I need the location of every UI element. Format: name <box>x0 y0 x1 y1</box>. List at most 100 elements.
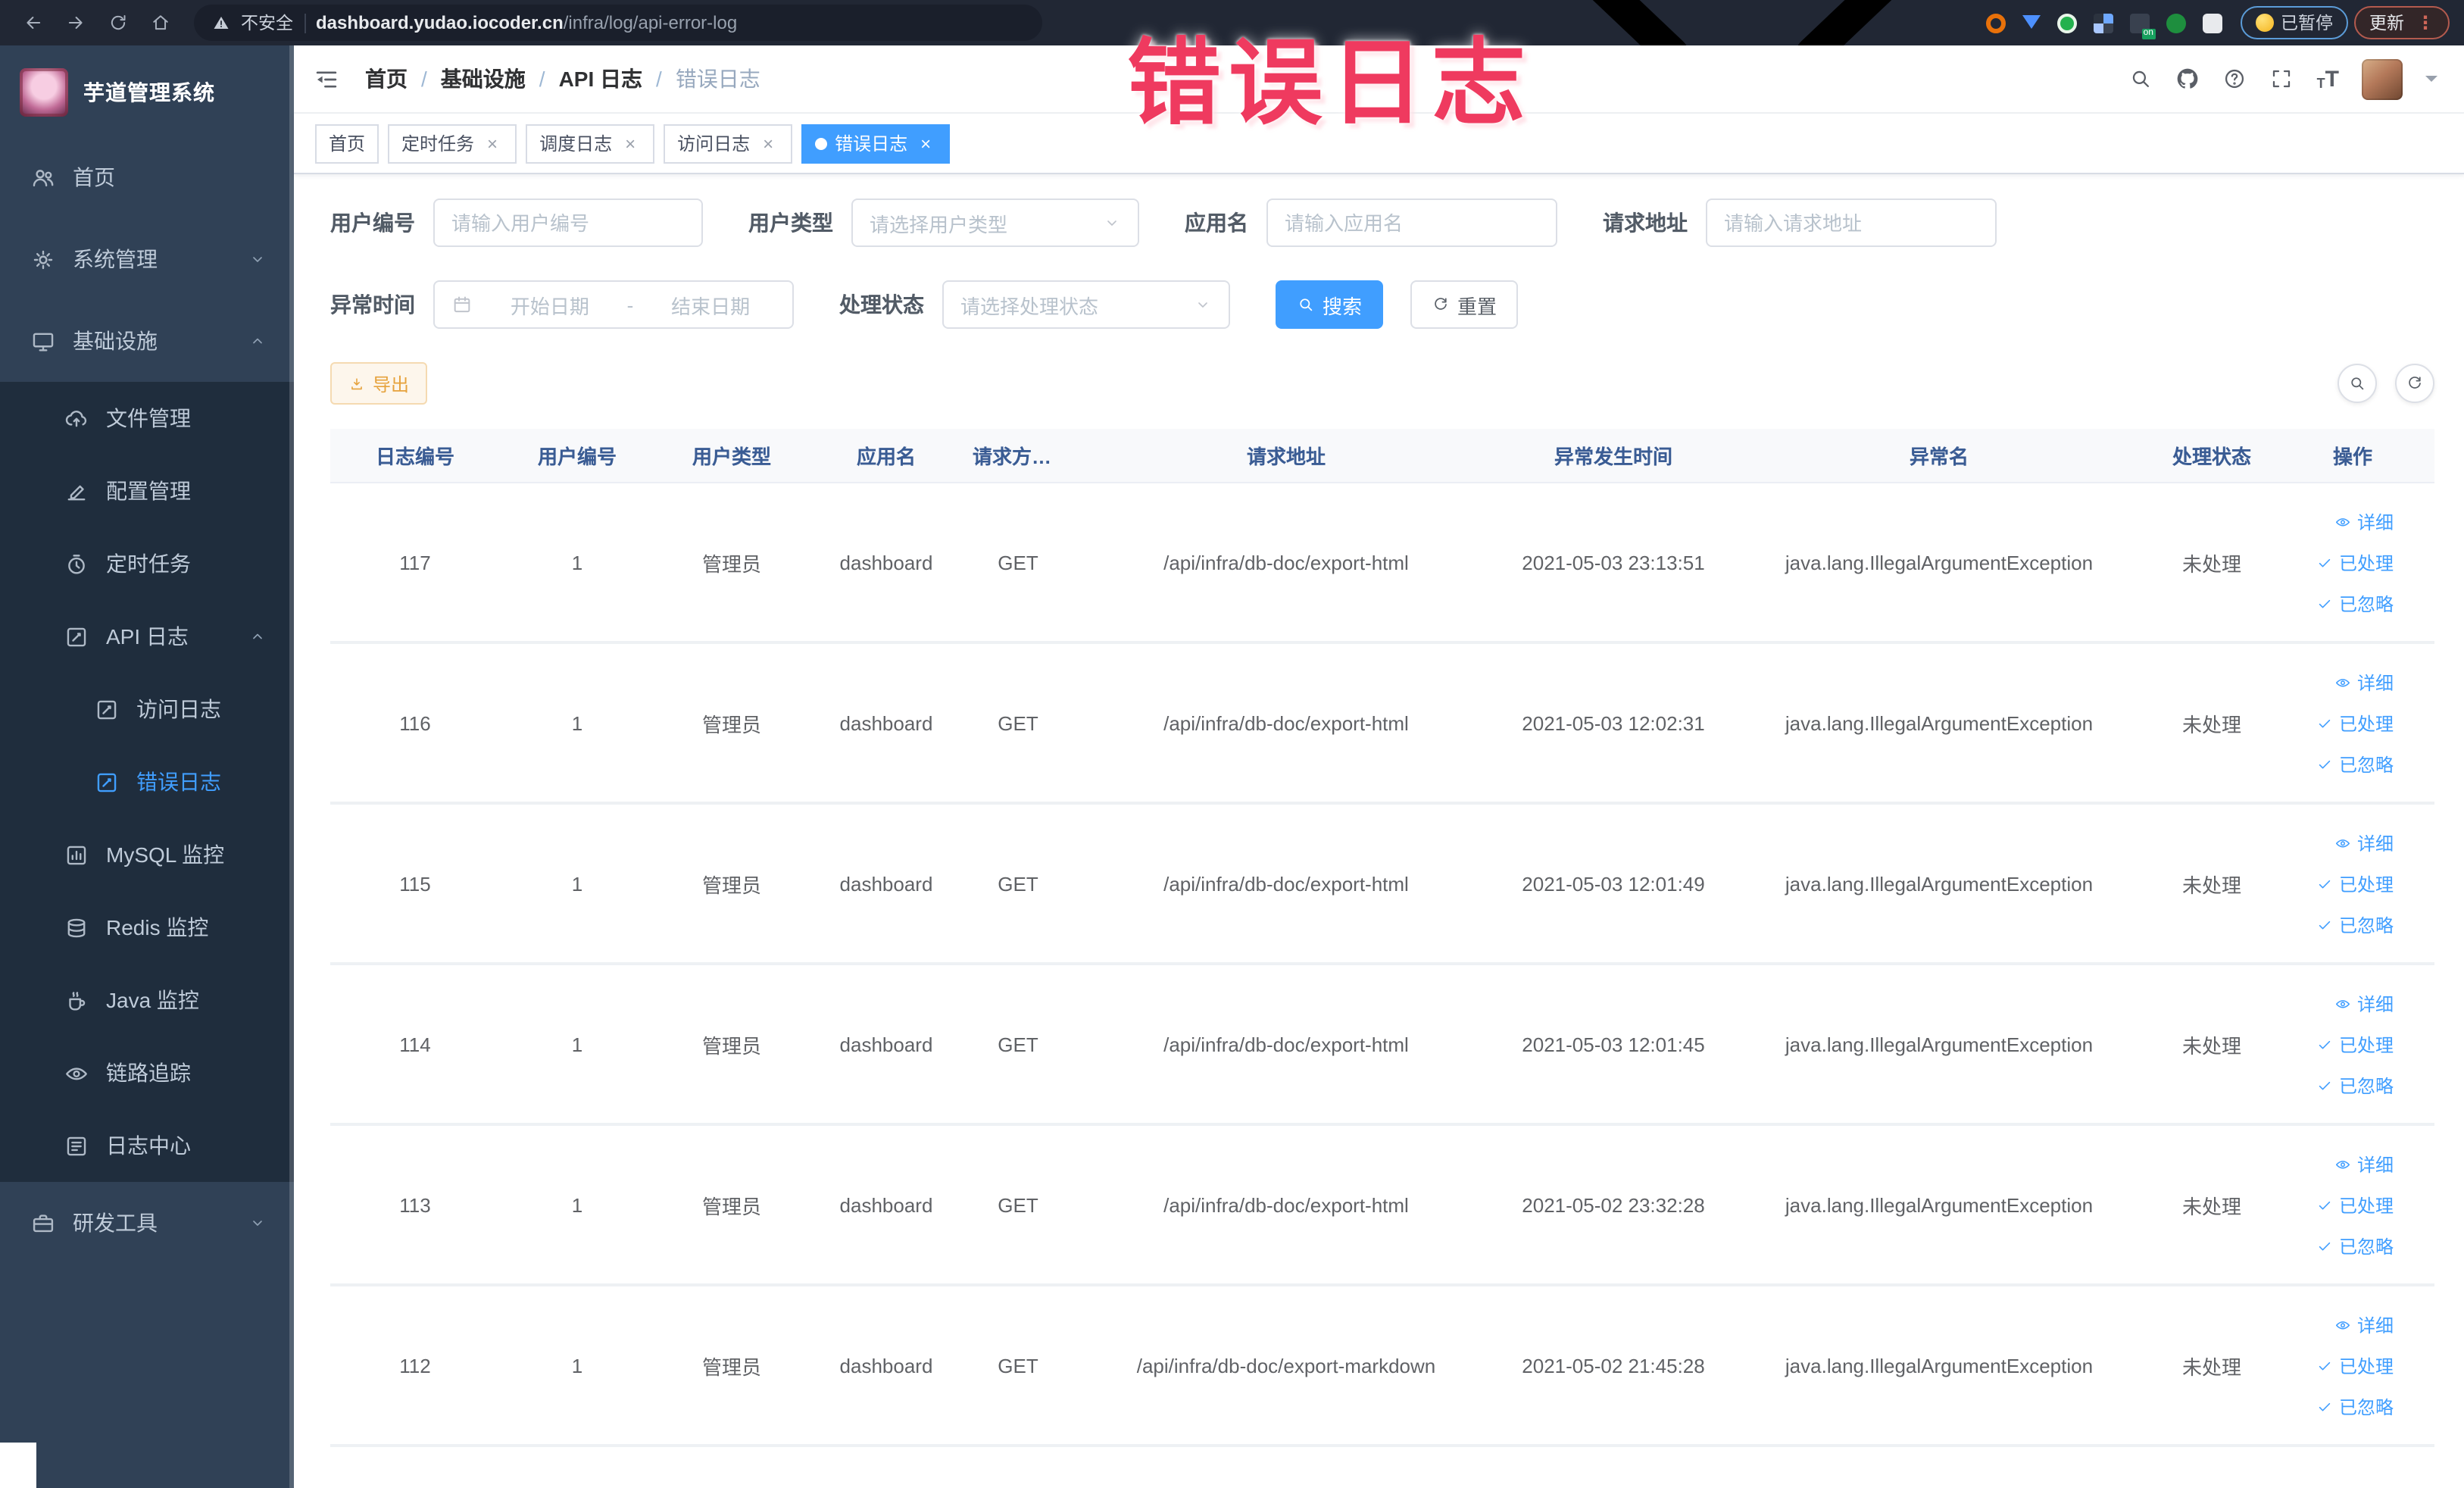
sidebar-item-13[interactable]: 日志中心 <box>0 1109 294 1182</box>
fullscreen-icon[interactable] <box>2270 67 2294 91</box>
breadcrumb-api-log[interactable]: API 日志 <box>559 64 642 94</box>
detail-action-link[interactable]: 详细 <box>2334 830 2394 855</box>
tab-3[interactable]: 访问日志 × <box>664 123 793 163</box>
processed-action-link[interactable]: 已处理 <box>2316 1352 2394 1378</box>
app-title: 芋道管理系统 <box>83 80 215 105</box>
github-icon[interactable] <box>2176 67 2200 91</box>
tab-close-icon[interactable]: × <box>620 133 641 154</box>
sidebar-item-12[interactable]: 链路追踪 <box>0 1036 294 1109</box>
sidebar-item-0[interactable]: 首页 <box>0 136 294 218</box>
extension-icon-5[interactable] <box>2129 13 2155 39</box>
sidebar-item-9[interactable]: MySQL 监控 <box>0 818 294 891</box>
security-label[interactable]: 不安全 <box>241 11 293 35</box>
reset-button[interactable]: 重置 <box>1410 280 1519 329</box>
extension-icon-4[interactable] <box>2093 13 2113 33</box>
forward-icon <box>65 12 86 33</box>
processed-action-link[interactable]: 已处理 <box>2316 871 2394 896</box>
breadcrumb-home[interactable]: 首页 <box>365 64 408 94</box>
ignored-action-link[interactable]: 已忽略 <box>2316 1233 2394 1258</box>
toggle-search-button[interactable] <box>2338 364 2377 403</box>
tab-close-icon[interactable]: × <box>757 133 779 154</box>
tab-close-icon[interactable]: × <box>482 133 503 154</box>
detail-action-link[interactable]: 详细 <box>2334 1311 2394 1337</box>
screenshot-root: 不安全 dashboard.yudao.iocoder.cn/infra/log… <box>0 0 2464 1488</box>
sidebar-item-6[interactable]: API 日志 <box>0 600 294 673</box>
tab-close-icon[interactable]: × <box>915 133 936 154</box>
exception-time-label: 异常时间 <box>330 292 415 317</box>
sidebar-item-label: 定时任务 <box>106 552 191 576</box>
sidebar-toggle-hamburger-icon[interactable] <box>312 64 341 93</box>
sidebar-item-2[interactable]: 基础设施 <box>0 300 294 382</box>
filter-row-2: 异常时间 开始日期 - 结束日期 处理状态 请选择处理状态 搜索 重置 <box>330 280 2434 329</box>
paused-badge[interactable]: 已暂停 <box>2240 6 2348 39</box>
address-bar[interactable]: 不安全 dashboard.yudao.iocoder.cn/infra/log… <box>194 5 1042 41</box>
help-icon[interactable] <box>2223 67 2247 91</box>
font-size-icon[interactable]: TT <box>2317 67 2339 90</box>
user-avatar[interactable] <box>2362 58 2403 99</box>
search-icon[interactable] <box>2129 67 2153 91</box>
extension-icon-3[interactable] <box>2056 13 2076 33</box>
ignored-action-link[interactable]: 已忽略 <box>2316 911 2394 937</box>
cell-url: /api/infra/db-doc/export-html <box>1163 711 1409 734</box>
browser-home-button[interactable] <box>142 5 179 41</box>
ignored-action-link[interactable]: 已忽略 <box>2316 751 2394 777</box>
sidebar-item-4[interactable]: 配置管理 <box>0 455 294 527</box>
sidebar-item-10[interactable]: Redis 监控 <box>0 891 294 964</box>
cell-url: /api/infra/db-doc/export-html <box>1163 551 1409 574</box>
detail-action-link[interactable]: 详细 <box>2334 508 2394 534</box>
check-icon <box>2316 875 2333 892</box>
cell-status: 未处理 <box>2181 1034 2241 1057</box>
sidebar-item-8[interactable]: 错误日志 <box>0 746 294 818</box>
sidebar-item-11[interactable]: Java 监控 <box>0 964 294 1036</box>
start-date-placeholder[interactable]: 开始日期 <box>485 290 615 319</box>
detail-action-link[interactable]: 详细 <box>2334 669 2394 695</box>
sidebar-item-5[interactable]: 定时任务 <box>0 527 294 600</box>
detail-action-link[interactable]: 详细 <box>2334 1151 2394 1177</box>
export-button[interactable]: 导出 <box>330 362 428 405</box>
browser-reload-button[interactable] <box>100 5 136 41</box>
cell-user_id: 1 <box>571 551 583 574</box>
request-url-input[interactable] <box>1706 199 1997 247</box>
extension-icon-7[interactable] <box>2202 13 2222 33</box>
extension-icon-2[interactable] <box>2022 15 2040 38</box>
column-header-9: 操作 <box>2332 445 2372 468</box>
ignored-action-link[interactable]: 已忽略 <box>2316 590 2394 616</box>
end-date-placeholder[interactable]: 结束日期 <box>645 290 776 319</box>
tab-2[interactable]: 调度日志 × <box>526 123 655 163</box>
extension-icon-6[interactable] <box>2166 13 2185 33</box>
browser-forward-button[interactable] <box>58 5 94 41</box>
process-status-select[interactable]: 请选择处理状态 <box>942 280 1230 329</box>
browser-update-button[interactable]: 更新 ⋮ <box>2354 6 2450 39</box>
avatar-dropdown-caret-icon[interactable] <box>2425 76 2437 88</box>
exception-time-range-picker[interactable]: 开始日期 - 结束日期 <box>433 280 794 329</box>
refresh-table-button[interactable] <box>2395 364 2434 403</box>
user-id-input[interactable] <box>433 199 703 247</box>
browser-back-button[interactable] <box>15 5 52 41</box>
sidebar-item-14[interactable]: 研发工具 <box>0 1182 294 1264</box>
tab-4[interactable]: 错误日志 × <box>801 123 951 163</box>
tab-0[interactable]: 首页 <box>315 123 379 163</box>
check-icon <box>2316 1357 2333 1374</box>
processed-action-link[interactable]: 已处理 <box>2316 1031 2394 1057</box>
tab-1[interactable]: 定时任务 × <box>388 123 517 163</box>
cell-user_type: 管理员 <box>701 713 761 736</box>
extension-icon-1[interactable] <box>1985 13 2005 33</box>
app-name-input[interactable] <box>1266 199 1557 247</box>
processed-action-link[interactable]: 已处理 <box>2316 1192 2394 1218</box>
detail-action-link[interactable]: 详细 <box>2334 990 2394 1016</box>
sidebar-scrollbar[interactable] <box>289 45 294 1488</box>
search-button[interactable]: 搜索 <box>1276 280 1384 329</box>
browser-menu-icon[interactable]: ⋮ <box>2416 12 2434 33</box>
ignored-action-link[interactable]: 已忽略 <box>2316 1072 2394 1098</box>
user-type-select[interactable]: 请选择用户类型 <box>851 199 1139 247</box>
sidebar-item-1[interactable]: 系统管理 <box>0 218 294 300</box>
cell-app: dashboard <box>839 1033 933 1055</box>
breadcrumb-infra[interactable]: 基础设施 <box>441 64 526 94</box>
sidebar-item-7[interactable]: 访问日志 <box>0 673 294 746</box>
sidebar-item-3[interactable]: 文件管理 <box>0 382 294 455</box>
column-header-0: 日志编号 <box>375 445 454 468</box>
processed-action-link[interactable]: 已处理 <box>2316 549 2394 575</box>
cell-method: GET <box>998 551 1038 574</box>
ignored-action-link[interactable]: 已忽略 <box>2316 1393 2394 1419</box>
processed-action-link[interactable]: 已处理 <box>2316 710 2394 736</box>
